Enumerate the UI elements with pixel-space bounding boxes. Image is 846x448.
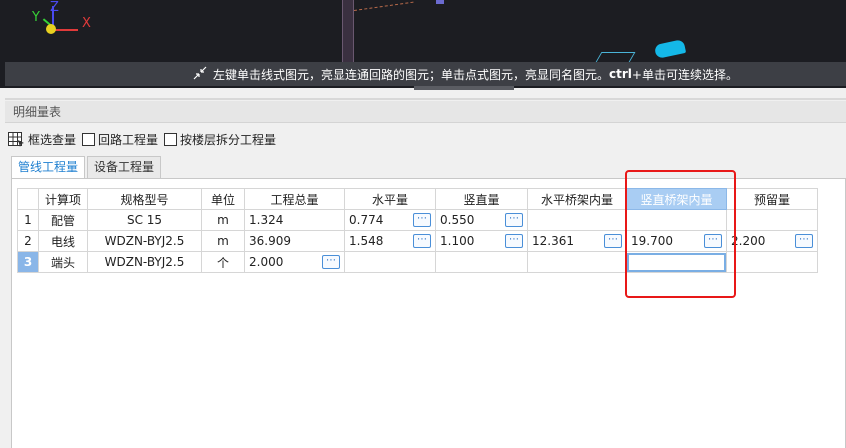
more-button[interactable]: ⋯ <box>704 234 722 248</box>
checkbox-box[interactable] <box>164 132 178 146</box>
row-number[interactable]: 1 <box>17 209 39 231</box>
more-button[interactable]: ⋯ <box>505 234 523 248</box>
cell-spec[interactable]: WDZN-BYJ2.5 <box>87 251 202 273</box>
column-header-reserve[interactable]: 预留量 <box>726 188 818 210</box>
box-select-button[interactable]: 框选查量 <box>8 131 76 148</box>
cell-h-tray[interactable] <box>527 209 627 231</box>
cell-value: 12.361 <box>532 234 574 248</box>
table-header-row: 计算项 规格型号 单位 工程总量 水平量 竖直量 水平桥架内量 竖直桥架内量 预… <box>17 188 818 210</box>
row-number[interactable]: 3 <box>17 251 39 273</box>
quantity-table: 计算项 规格型号 单位 工程总量 水平量 竖直量 水平桥架内量 竖直桥架内量 预… <box>17 188 818 273</box>
tab-equipment-qty[interactable]: 设备工程量 <box>87 156 162 178</box>
by-floor-checkbox[interactable]: 按楼层拆分工程量 <box>164 131 276 148</box>
options-bar: 框选查量 回路工程量 按楼层拆分工程量 <box>8 128 276 150</box>
more-button[interactable]: ⋯ <box>322 255 340 269</box>
pipe-beam[interactable] <box>342 0 354 64</box>
hint-text: 左键单击线式图元，亮显连通回路的图元；单击点式图元，亮显同名图元。 <box>213 67 610 82</box>
hint-bar: 左键单击线式图元，亮显连通回路的图元；单击点式图元，亮显同名图元。 ctrl +单击… <box>5 62 846 86</box>
column-header-vertical[interactable]: 竖直量 <box>435 188 528 210</box>
tab-bar: 管线工程量 设备工程量 <box>11 156 163 179</box>
collapse-arrows-icon[interactable] <box>193 66 209 83</box>
cell-reserve[interactable]: 2.200 ⋯ <box>726 230 818 252</box>
table-container: 计算项 规格型号 单位 工程总量 水平量 竖直量 水平桥架内量 竖直桥架内量 预… <box>11 178 846 448</box>
panel-title: 明细量表 <box>5 101 846 123</box>
column-header-item[interactable]: 计算项 <box>38 188 88 210</box>
column-header-index <box>17 188 39 210</box>
cell-total[interactable]: 36.909 <box>244 230 345 252</box>
box-select-label: 框选查量 <box>28 132 77 147</box>
axis-gizmo: Y Z X <box>30 0 100 44</box>
cell-vertical[interactable]: 1.100 ⋯ <box>435 230 528 252</box>
z-axis-label: Z <box>50 0 59 15</box>
cell-value: 0.774 <box>349 213 384 227</box>
tab-pipe-qty[interactable]: 管线工程量 <box>11 156 86 179</box>
table-row[interactable]: 2 电线 WDZN-BYJ2.5 m 36.909 1.548 ⋯ 1.100 ⋯ … <box>17 230 818 252</box>
cell-spec[interactable]: WDZN-BYJ2.5 <box>87 230 202 252</box>
model-element[interactable] <box>436 0 444 4</box>
cell-reserve[interactable] <box>726 251 818 273</box>
cell-value: 19.700 <box>631 234 673 248</box>
cell-item[interactable]: 电线 <box>38 230 88 252</box>
loop-qty-label: 回路工程量 <box>98 132 159 147</box>
loop-qty-checkbox[interactable]: 回路工程量 <box>82 131 158 148</box>
column-header-v-tray[interactable]: 竖直桥架内量 <box>626 188 727 210</box>
cell-vertical[interactable]: 0.550 ⋯ <box>435 209 528 231</box>
column-header-unit[interactable]: 单位 <box>201 188 245 210</box>
panel-divider <box>5 98 846 100</box>
more-button[interactable]: ⋯ <box>505 213 523 227</box>
cell-value: 0.550 <box>440 213 475 227</box>
3d-viewport[interactable]: Y Z X 左键单击线式图元，亮显连通回路的图元；单击点式图元，亮显同名图元。 c… <box>0 0 846 88</box>
cell-item[interactable]: 配管 <box>38 209 88 231</box>
y-axis-label: Y <box>32 10 40 25</box>
row-number[interactable]: 2 <box>17 230 39 252</box>
hint-key: ctrl <box>609 67 632 81</box>
more-button[interactable]: ⋯ <box>604 234 622 248</box>
column-header-horizontal[interactable]: 水平量 <box>344 188 436 210</box>
cell-horizontal[interactable]: 0.774 ⋯ <box>344 209 436 231</box>
column-header-h-tray[interactable]: 水平桥架内量 <box>527 188 627 210</box>
cell-reserve[interactable] <box>726 209 818 231</box>
dashed-line <box>353 1 414 11</box>
x-axis-label: X <box>82 16 91 31</box>
column-header-spec[interactable]: 规格型号 <box>87 188 202 210</box>
cell-h-tray[interactable]: 12.361 ⋯ <box>527 230 627 252</box>
cell-total[interactable]: 1.324 <box>244 209 345 231</box>
cell-v-tray[interactable] <box>626 251 727 273</box>
cell-editor[interactable] <box>627 252 726 272</box>
model-element[interactable] <box>653 39 687 59</box>
cell-unit[interactable]: m <box>201 209 245 231</box>
cell-item[interactable]: 端头 <box>38 251 88 273</box>
cell-total[interactable]: 2.000 ⋯ <box>244 251 345 273</box>
cell-v-tray[interactable] <box>626 209 727 231</box>
cell-vertical[interactable] <box>435 251 528 273</box>
cell-value: 1.100 <box>440 234 475 248</box>
cell-value: 1.548 <box>349 234 384 248</box>
cell-horizontal[interactable]: 1.548 ⋯ <box>344 230 436 252</box>
axis-origin <box>46 24 56 34</box>
cell-value: 2.000 <box>249 255 284 269</box>
by-floor-label: 按楼层拆分工程量 <box>180 132 277 147</box>
table-row[interactable]: 3 端头 WDZN-BYJ2.5 个 2.000 ⋯ <box>17 251 818 273</box>
cell-unit[interactable]: 个 <box>201 251 245 273</box>
cell-value: 2.200 <box>731 234 766 248</box>
grid-select-icon <box>8 131 25 147</box>
more-button[interactable]: ⋯ <box>413 234 431 248</box>
cell-horizontal[interactable] <box>344 251 436 273</box>
cell-unit[interactable]: m <box>201 230 245 252</box>
detail-panel: 明细量表 框选查量 回路工程量 按楼层拆分工程量 管线工程量 设备工程量 计算项… <box>0 90 846 448</box>
table-row[interactable]: 1 配管 SC 15 m 1.324 0.774 ⋯ 0.550 ⋯ <box>17 209 818 231</box>
cell-v-tray[interactable]: 19.700 ⋯ <box>626 230 727 252</box>
more-button[interactable]: ⋯ <box>795 234 813 248</box>
cell-spec[interactable]: SC 15 <box>87 209 202 231</box>
more-button[interactable]: ⋯ <box>413 213 431 227</box>
cell-h-tray[interactable] <box>527 251 627 273</box>
checkbox-box[interactable] <box>82 132 96 146</box>
hint-text-end: +单击可连续选择。 <box>631 67 738 82</box>
column-header-total[interactable]: 工程总量 <box>244 188 345 210</box>
